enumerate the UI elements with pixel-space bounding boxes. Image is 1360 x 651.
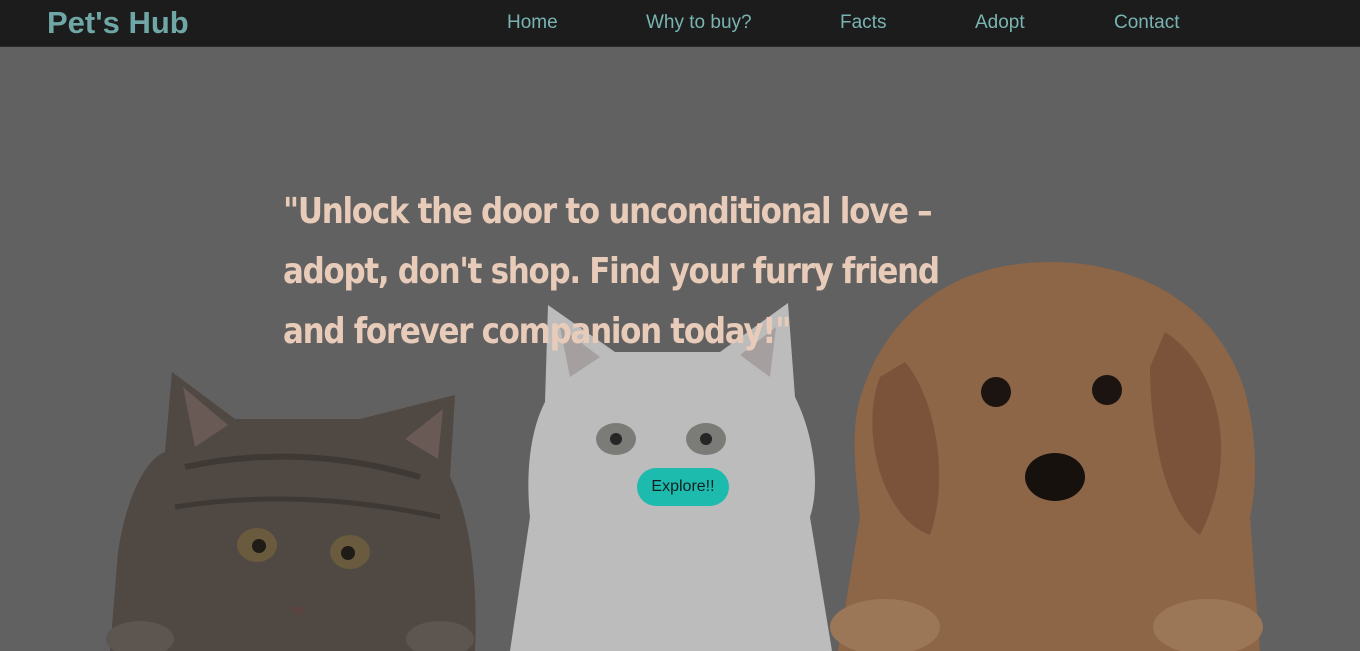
nav-link-facts[interactable]: Facts (840, 12, 886, 34)
top-navbar: Pet's Hub Home Why to buy? Facts Adopt C… (0, 0, 1360, 47)
nav-link-adopt[interactable]: Adopt (975, 12, 1025, 34)
tabby-kitten-image (106, 372, 476, 651)
nav-link-home[interactable]: Home (507, 12, 558, 34)
explore-button[interactable]: Explore!! (637, 468, 729, 506)
nav-link-why-to-buy[interactable]: Why to buy? (646, 12, 752, 34)
nav-link-contact[interactable]: Contact (1114, 12, 1179, 34)
hero-quote: "Unlock the door to unconditional love –… (283, 191, 940, 352)
hero-section: "Unlock the door to unconditional love –… (0, 47, 1360, 651)
site-logo[interactable]: Pet's Hub (47, 5, 189, 41)
